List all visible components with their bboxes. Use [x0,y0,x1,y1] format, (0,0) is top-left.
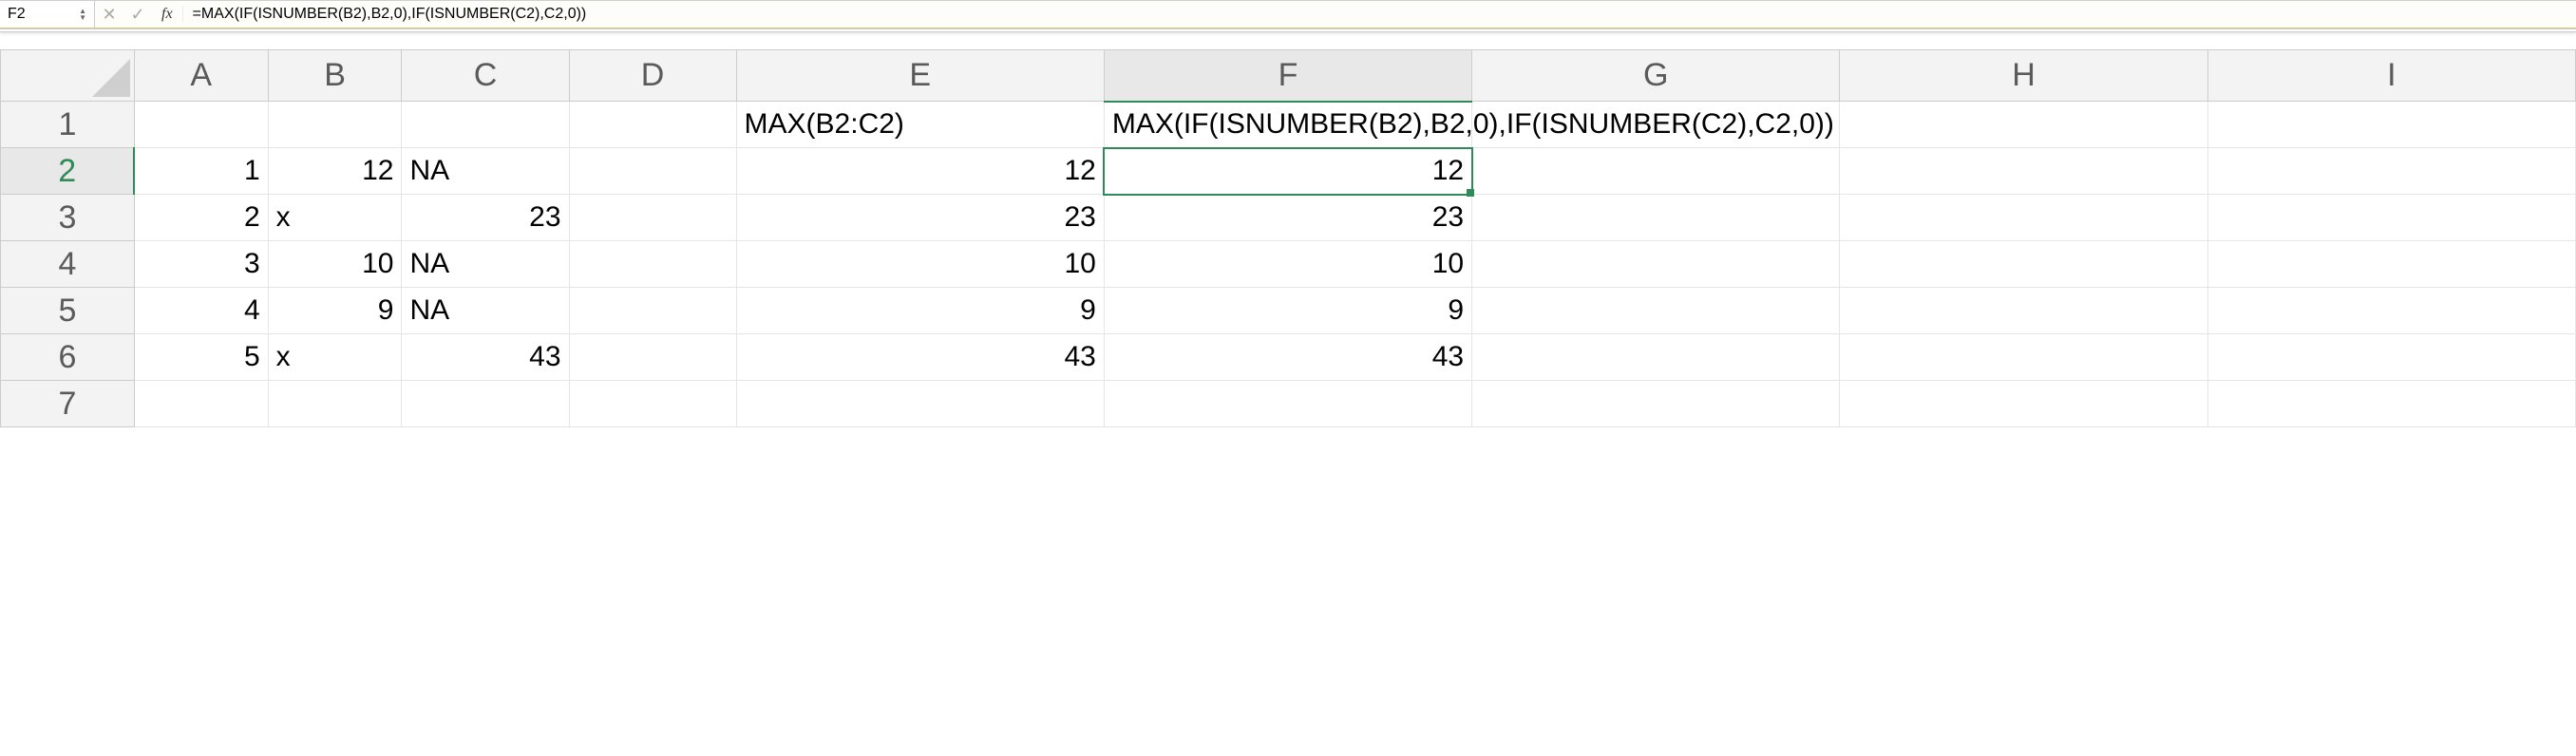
cell-I6[interactable] [2207,334,2575,381]
row-header-3[interactable]: 3 [1,195,135,241]
column-header-I[interactable]: I [2207,50,2575,102]
cell-C1[interactable] [402,102,569,148]
spreadsheet: ABCDEFGHI 1 MAX(B2:C2)MAX(IF(ISNUMBER(B2),… [0,49,2576,427]
fx-icon[interactable]: fx [152,6,183,23]
cell-F5[interactable]: 9 [1104,288,1471,334]
cell-E2[interactable]: 12 [736,148,1104,195]
row-header-1[interactable]: 1 [1,102,135,148]
cell-B4[interactable]: 10 [268,241,402,288]
cell-I3[interactable] [2207,195,2575,241]
formula-input[interactable]: =MAX(IF(ISNUMBER(B2),B2,0),IF(ISNUMBER(C… [183,1,2576,28]
cell-G5[interactable] [1472,288,1840,334]
cell-A2[interactable]: 1 [134,148,268,195]
cell-C3[interactable]: 23 [402,195,569,241]
cell-E1[interactable]: MAX(B2:C2) [736,102,1104,148]
cell-A3[interactable]: 2 [134,195,268,241]
cell-H5[interactable] [1840,288,2207,334]
cell-D5[interactable] [569,288,736,334]
cell-text: MAX(IF(ISNUMBER(B2),B2,0),IF(ISNUMBER(C2… [1112,108,1834,141]
cell-F7[interactable] [1104,381,1471,427]
cell-B7[interactable] [268,381,402,427]
accept-icon[interactable]: ✓ [123,1,152,28]
cell-C5[interactable]: NA [402,288,569,334]
name-box-spinner-icon[interactable]: ▲▼ [79,8,86,21]
cell-F4[interactable]: 10 [1104,241,1471,288]
cell-D2[interactable] [569,148,736,195]
cell-E7[interactable] [736,381,1104,427]
column-header-D[interactable]: D [569,50,736,102]
cell-B1[interactable] [268,102,402,148]
cell-D3[interactable] [569,195,736,241]
cell-E4[interactable]: 10 [736,241,1104,288]
cell-F6[interactable]: 43 [1104,334,1471,381]
column-header-A[interactable]: A [134,50,268,102]
cell-B6[interactable]: x [268,334,402,381]
cell-G2[interactable] [1472,148,1840,195]
cell-H4[interactable] [1840,241,2207,288]
row-header-4[interactable]: 4 [1,241,135,288]
cell-I7[interactable] [2207,381,2575,427]
select-all-corner[interactable] [1,50,135,102]
cell-D7[interactable] [569,381,736,427]
cell-C7[interactable] [402,381,569,427]
cell-D1[interactable] [569,102,736,148]
row-header-2[interactable]: 2 [1,148,135,195]
sheet-top-border [0,28,2576,32]
cell-D4[interactable] [569,241,736,288]
cell-A4[interactable]: 3 [134,241,268,288]
cell-E3[interactable]: 23 [736,195,1104,241]
cell-E6[interactable]: 43 [736,334,1104,381]
cell-D6[interactable] [569,334,736,381]
cell-H3[interactable] [1840,195,2207,241]
column-header-C[interactable]: C [402,50,569,102]
row-header-5[interactable]: 5 [1,288,135,334]
column-header-H[interactable]: H [1840,50,2207,102]
cell-C2[interactable]: NA [402,148,569,195]
column-header-G[interactable]: G [1472,50,1840,102]
cell-F1[interactable]: MAX(IF(ISNUMBER(B2),B2,0),IF(ISNUMBER(C2… [1104,102,1471,148]
row-header-7[interactable]: 7 [1,381,135,427]
cell-H6[interactable] [1840,334,2207,381]
cell-E5[interactable]: 9 [736,288,1104,334]
cell-A1[interactable] [134,102,268,148]
cell-reference: F2 [8,6,26,23]
cell-B5[interactable]: 9 [268,288,402,334]
cell-G4[interactable] [1472,241,1840,288]
cell-C4[interactable]: NA [402,241,569,288]
cell-I1[interactable] [2207,102,2575,148]
cell-G7[interactable] [1472,381,1840,427]
cancel-icon[interactable]: ✕ [95,1,123,28]
name-box[interactable]: F2 ▲▼ [0,1,95,28]
cell-I5[interactable] [2207,288,2575,334]
cell-F3[interactable]: 23 [1104,195,1471,241]
row-header-6[interactable]: 6 [1,334,135,381]
cell-G6[interactable] [1472,334,1840,381]
cell-H1[interactable] [1840,102,2207,148]
cell-H7[interactable] [1840,381,2207,427]
column-header-B[interactable]: B [268,50,402,102]
cell-A5[interactable]: 4 [134,288,268,334]
formula-bar: F2 ▲▼ ✕ ✓ fx =MAX(IF(ISNUMBER(B2),B2,0),… [0,0,2576,28]
cell-C6[interactable]: 43 [402,334,569,381]
cell-F2[interactable]: 12 [1104,148,1471,195]
column-header-F[interactable]: F [1104,50,1471,102]
column-header-E[interactable]: E [736,50,1104,102]
cell-B2[interactable]: 12 [268,148,402,195]
cell-G3[interactable] [1472,195,1840,241]
cell-A6[interactable]: 5 [134,334,268,381]
cell-A7[interactable] [134,381,268,427]
cell-I2[interactable] [2207,148,2575,195]
cell-H2[interactable] [1840,148,2207,195]
cell-B3[interactable]: x [268,195,402,241]
cell-I4[interactable] [2207,241,2575,288]
